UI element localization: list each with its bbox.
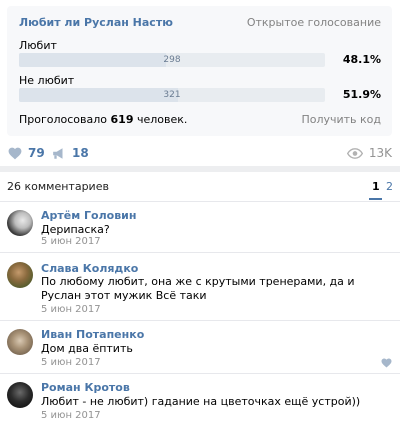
comments-count: 26 комментариев [7,180,109,193]
avatar[interactable] [7,210,33,236]
poll-answer-bar[interactable]: 298 [19,53,325,67]
comment-text: По любому любит, она же с крутыми тренер… [41,275,355,302]
avatar[interactable] [7,262,33,288]
poll-title: Любит ли Руслан Настю [19,16,173,29]
separator [0,252,400,253]
comment-like-icon[interactable] [381,358,392,368]
comment-text: Дерипаска? [41,223,110,236]
eye-icon [346,147,363,159]
avatar[interactable] [7,329,33,355]
comment-date[interactable]: 5 июн 2017 [41,236,101,247]
poll-answer-percent: 51.9% [342,88,381,101]
share-megaphone-icon [53,147,63,159]
poll-answer-label: Не любит [19,74,75,87]
poll-total: Проголосовало 619 человек. [19,113,187,126]
avatar[interactable] [7,382,33,408]
views-counter: 13K [346,140,392,166]
comments-header: 26 комментариев 1 2 [0,172,400,202]
heart-icon [8,147,22,159]
comment-date[interactable]: 5 июн 2017 [41,304,101,315]
comments-page-2[interactable]: 2 [386,180,393,193]
comment-author[interactable]: Артём Головин [41,209,137,222]
comment-author[interactable]: Иван Потапенко [41,328,144,341]
poll-answer-count: 321 [163,90,181,100]
poll-answer-bar[interactable]: 321 [19,88,325,102]
separator [0,320,400,321]
share-button[interactable]: 18 [52,140,89,166]
get-code-link[interactable]: Получить код [301,113,381,126]
share-count: 18 [72,146,89,160]
comment-date[interactable]: 5 июн 2017 [41,410,101,421]
poll-total-prefix: Проголосовало [19,113,108,126]
poll-card: Любит ли Руслан Настю Открытое голосован… [7,6,392,136]
active-page-indicator [369,198,382,200]
poll-answer-count: 298 [163,55,181,65]
comments-page-1[interactable]: 1 [372,180,380,193]
comment-author[interactable]: Слава Колядко [41,262,138,275]
views-count: 13K [368,146,392,160]
separator [0,201,400,202]
like-count: 79 [28,146,45,160]
comment-author[interactable]: Роман Кротов [41,381,130,394]
comment-text: Любит - не любит) гадание на цветочках е… [41,395,361,408]
poll-answer-label: Любит [19,39,57,52]
separator [0,373,400,374]
post-actions: 79 18 13K [0,140,400,166]
like-button[interactable]: 79 [8,140,45,166]
poll-total-suffix: человек. [137,113,188,126]
poll-answer-percent: 48.1% [342,53,381,66]
comment-date[interactable]: 5 июн 2017 [41,357,101,368]
poll-type: Открытое голосование [246,16,381,29]
poll-total-count: 619 [110,113,134,126]
comment-text: Дом два ёптить [41,342,133,355]
